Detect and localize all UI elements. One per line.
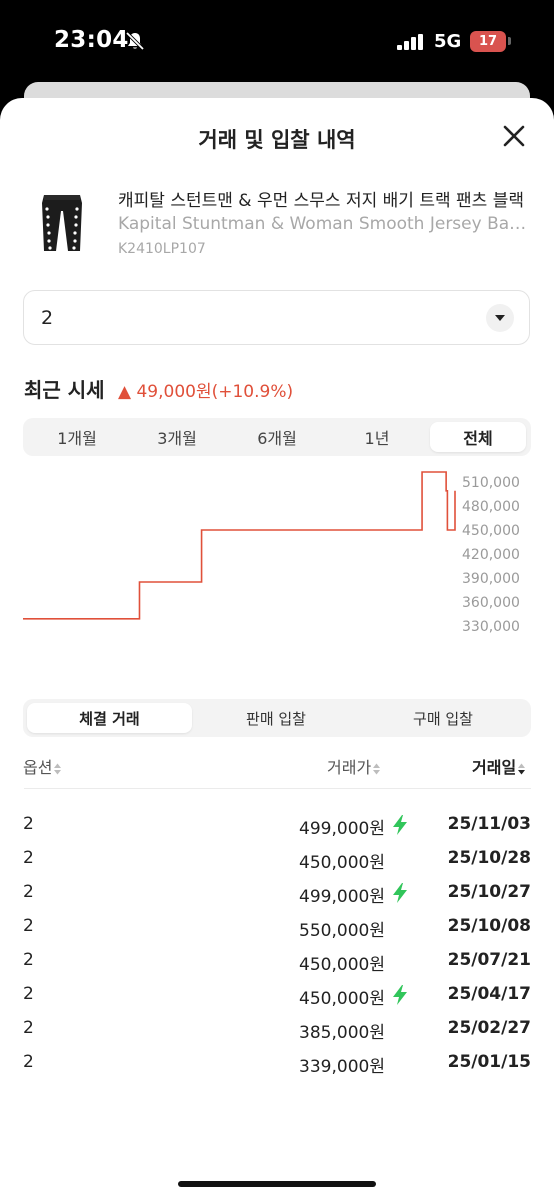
sort-icon bbox=[54, 763, 62, 774]
row-date: 25/07/21 bbox=[447, 950, 531, 970]
row-price: 499,000원 bbox=[299, 887, 385, 907]
product-name-korean[interactable]: 캐피탈 스턴트맨 & 우먼 스무스 저지 배기 트랙 팬츠 블랙 bbox=[118, 186, 524, 211]
tab-period-1-year[interactable]: 1년 bbox=[331, 422, 423, 452]
recent-price-title: 최근 시세 bbox=[24, 378, 105, 402]
header-option[interactable]: 옵션 bbox=[23, 754, 62, 778]
y-tick-label: 420,000 bbox=[462, 547, 520, 563]
row-date: 25/01/15 bbox=[447, 1052, 531, 1072]
table-row: 2 450,000원 25/07/21 bbox=[0, 944, 554, 978]
tab-period-6-months[interactable]: 6개월 bbox=[231, 422, 323, 452]
y-tick-label: 510,000 bbox=[462, 475, 520, 491]
header-option-label: 옵션 bbox=[23, 758, 53, 777]
signal-icon bbox=[397, 34, 423, 50]
row-price: 450,000원 bbox=[299, 853, 385, 873]
header-price-label: 거래가 bbox=[327, 758, 372, 777]
trade-tabs: 체결 거래 판매 입찰 구매 입찰 bbox=[23, 699, 531, 737]
row-option: 2 bbox=[23, 1018, 34, 1038]
header-price[interactable]: 거래가 bbox=[327, 754, 381, 778]
network-label: 5G bbox=[434, 31, 462, 52]
status-bar: 23:04 5G 17 bbox=[0, 0, 554, 84]
home-indicator bbox=[178, 1181, 376, 1187]
y-tick-label: 480,000 bbox=[462, 499, 520, 515]
row-price: 450,000원 bbox=[299, 955, 385, 975]
row-date: 25/10/08 bbox=[447, 916, 531, 936]
table-row: 2 550,000원 25/10/08 bbox=[0, 910, 554, 944]
row-option: 2 bbox=[23, 814, 34, 834]
row-option: 2 bbox=[23, 984, 34, 1004]
y-tick-label: 330,000 bbox=[462, 619, 520, 635]
row-option: 2 bbox=[23, 916, 34, 936]
row-price: 499,000원 bbox=[299, 819, 385, 839]
y-tick-label: 390,000 bbox=[462, 571, 520, 587]
table-row: 2 499,000원 25/11/03 bbox=[0, 808, 554, 842]
row-date: 25/11/03 bbox=[447, 814, 531, 834]
price-change: ▲ 49,000원(+10.9%) bbox=[118, 382, 294, 402]
lightning-bolt-icon bbox=[393, 883, 407, 903]
product-code: K2410LP107 bbox=[118, 241, 206, 257]
battery-cap bbox=[508, 37, 511, 45]
bell-muted-icon bbox=[125, 31, 145, 51]
price-series-line bbox=[23, 471, 456, 620]
tab-buy-bids[interactable]: 구매 입찰 bbox=[360, 703, 526, 733]
close-icon[interactable] bbox=[500, 122, 528, 150]
row-price: 450,000원 bbox=[299, 989, 385, 1009]
chevron-down-icon[interactable] bbox=[486, 304, 514, 332]
product-image bbox=[24, 185, 100, 261]
option-value: 2 bbox=[41, 307, 54, 329]
table-row: 2 385,000원 25/02/27 bbox=[0, 1012, 554, 1046]
row-option: 2 bbox=[23, 882, 34, 902]
period-tabs: 1개월 3개월 6개월 1년 전체 bbox=[23, 418, 531, 456]
table-divider bbox=[24, 788, 531, 789]
table-header: 옵션 거래가 거래일 bbox=[0, 752, 554, 788]
row-option: 2 bbox=[23, 1052, 34, 1072]
table-row: 2 339,000원 25/01/15 bbox=[0, 1046, 554, 1080]
status-time: 23:04 bbox=[54, 27, 129, 53]
trade-rows: 2 499,000원 25/11/03 2 450,000원 25/10/28 … bbox=[0, 808, 554, 1080]
row-price: 339,000원 bbox=[299, 1057, 385, 1077]
tab-completed-trades[interactable]: 체결 거래 bbox=[27, 703, 192, 733]
row-option: 2 bbox=[23, 950, 34, 970]
row-option: 2 bbox=[23, 848, 34, 868]
row-price: 550,000원 bbox=[299, 921, 385, 941]
sort-icon bbox=[373, 763, 381, 774]
lightning-bolt-icon bbox=[393, 815, 407, 835]
table-row: 2 450,000원 25/04/17 bbox=[0, 978, 554, 1012]
header-date[interactable]: 거래일 bbox=[472, 754, 526, 778]
option-select[interactable]: 2 bbox=[23, 290, 530, 345]
row-date: 25/02/27 bbox=[447, 1018, 531, 1038]
lightning-bolt-icon bbox=[393, 985, 407, 1005]
y-tick-label: 450,000 bbox=[462, 523, 520, 539]
table-row: 2 450,000원 25/10/28 bbox=[0, 842, 554, 876]
battery-indicator: 17 bbox=[470, 31, 506, 52]
row-price: 385,000원 bbox=[299, 1023, 385, 1043]
row-date: 25/10/28 bbox=[447, 848, 531, 868]
y-tick-label: 360,000 bbox=[462, 595, 520, 611]
price-chart: 510,000 480,000 450,000 420,000 390,000 360,0… bbox=[23, 471, 520, 635]
tab-period-1-month[interactable]: 1개월 bbox=[31, 422, 123, 452]
table-row: 2 499,000원 25/10/27 bbox=[0, 876, 554, 910]
row-date: 25/04/17 bbox=[447, 984, 531, 1004]
header-date-label: 거래일 bbox=[472, 758, 517, 777]
sort-descending-icon bbox=[518, 763, 526, 774]
tab-period-3-months[interactable]: 3개월 bbox=[131, 422, 223, 452]
product-name-english[interactable]: Kapital Stuntman & Woman Smooth Jersey B… bbox=[118, 214, 528, 234]
row-date: 25/10/27 bbox=[447, 882, 531, 902]
tab-period-all[interactable]: 전체 bbox=[430, 422, 526, 452]
sheet-title: 거래 및 입찰 내역 bbox=[198, 128, 356, 152]
battery-level: 17 bbox=[478, 34, 498, 49]
tab-sell-bids[interactable]: 판매 입찰 bbox=[193, 703, 359, 733]
